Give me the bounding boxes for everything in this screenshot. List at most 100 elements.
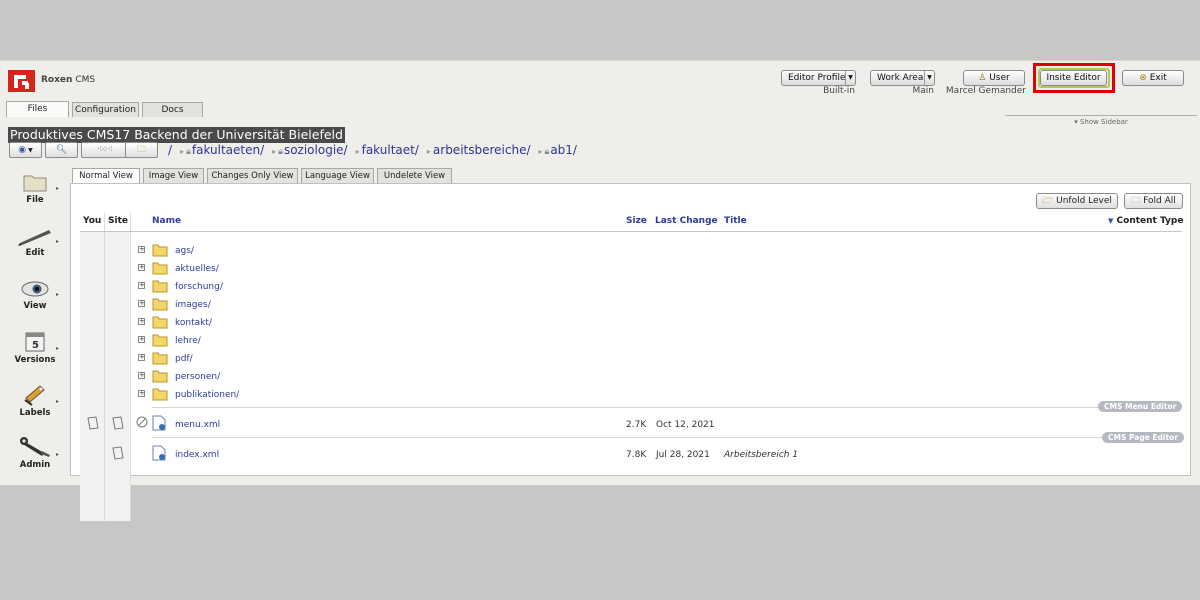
editor-profile-value: Built-in (823, 86, 855, 96)
expand-icon[interactable]: + (138, 336, 145, 343)
content-type-badge: CMS Page Editor (1102, 432, 1184, 443)
last-change: Oct 12, 2021 (656, 420, 715, 430)
folder-icon (152, 352, 168, 365)
search-icon: 🔍︎ (55, 145, 68, 155)
page-title: Arbeitsbereich 1 (724, 450, 799, 460)
show-sidebar-toggle[interactable]: ▾ Show Sidebar (1005, 115, 1197, 127)
breadcrumb-item[interactable]: arbeitsbereiche/ (433, 143, 531, 157)
list-item[interactable]: + ags/ (0, 243, 1200, 261)
list-item[interactable]: + forschung/ (0, 279, 1200, 297)
breadcrumb-item[interactable]: soziologie/ (284, 143, 348, 157)
work-area-select[interactable]: Work Area ▼ (870, 70, 935, 86)
list-item[interactable]: + lehre/ (0, 333, 1200, 351)
document-icon (87, 416, 99, 430)
new-folder-button[interactable]: 🗀 (125, 142, 158, 158)
folder-icon (152, 370, 168, 383)
sidebar-item-file[interactable]: File (12, 171, 58, 205)
expand-icon[interactable]: + (138, 318, 145, 325)
list-item[interactable]: + aktuelles/ (0, 261, 1200, 279)
navigate-button[interactable]: ⁖⁘⁖ (81, 142, 128, 158)
user-icon: ♙ (978, 73, 987, 83)
table-row[interactable]: menu.xml 2.7K Oct 12, 2021 (0, 415, 1200, 433)
list-item[interactable]: + kontakt/ (0, 315, 1200, 333)
breadcrumb-root[interactable]: / (168, 143, 172, 157)
exit-icon: ⊗ (1139, 73, 1147, 83)
chevron-right-icon: ▸ (56, 185, 60, 192)
folder-icon (23, 175, 47, 192)
column-site: Site (108, 216, 128, 226)
tab-language-view[interactable]: Language View (301, 168, 374, 183)
breadcrumb-item[interactable]: fakultaet/ (362, 143, 419, 157)
tab-undelete-view[interactable]: Undelete View (377, 168, 452, 183)
chevron-down-icon: ▼ (26, 147, 33, 154)
tab-files[interactable]: Files (6, 101, 69, 117)
folder-icon (152, 334, 168, 347)
folder-open-icon: 🗁 (1042, 196, 1054, 206)
chevron-down-icon: ▼ (924, 71, 934, 85)
content-type-badge: CMS Menu Editor (1098, 401, 1183, 412)
roxen-logo-icon (8, 70, 35, 92)
folder-edit-icon: 🗀 (136, 145, 146, 155)
folder-icon: 🗀 (1131, 196, 1141, 206)
lock-icon: 🔒︎ (278, 147, 283, 157)
tab-docs[interactable]: Docs (142, 102, 203, 117)
breadcrumb: / ▸ 🔒︎fakultaeten/▸ 🔒︎soziologie/▸ fakultaet… (168, 143, 577, 157)
app-window: Roxen CMS Editor Profile ▼ Built-in Work… (0, 60, 1200, 521)
unfold-level-button[interactable]: 🗁 Unfold Level (1036, 193, 1118, 209)
folder-icon (152, 316, 168, 329)
xml-file-icon (152, 415, 166, 431)
column-size[interactable]: Size (626, 216, 647, 226)
no-entry-icon (136, 416, 148, 428)
column-title[interactable]: Title (724, 216, 747, 226)
insite-editor-button[interactable]: Insite Editor (1040, 70, 1107, 86)
list-item[interactable]: + publikationen/ (0, 387, 1200, 405)
folder-icon (152, 262, 168, 275)
expand-icon[interactable]: + (138, 390, 145, 397)
column-last-change[interactable]: Last Change (655, 216, 718, 226)
file-size: 2.7K (626, 420, 647, 430)
folder-icon (152, 280, 168, 293)
list-item[interactable]: + pdf/ (0, 351, 1200, 369)
chevron-down-icon: ▼ (845, 71, 855, 85)
tab-changes-only-view[interactable]: Changes Only View (207, 168, 298, 183)
breadcrumb-item[interactable]: fakultaeten/ (192, 143, 264, 157)
expand-icon[interactable]: + (138, 372, 145, 379)
app-name: Roxen CMS (41, 75, 96, 85)
expand-icon[interactable]: + (138, 282, 145, 289)
lock-icon: 🔒︎ (186, 147, 191, 157)
column-you: You (83, 216, 102, 226)
site-title: Produktives CMS17 Backend der Universitä… (8, 127, 345, 143)
user-button[interactable]: ♙ User (963, 70, 1025, 86)
history-button[interactable]: ◉ ▼ (9, 142, 42, 158)
folder-icon (152, 244, 168, 257)
folder-icon (152, 298, 168, 311)
list-item[interactable]: + images/ (0, 297, 1200, 315)
clock-icon: ◉ (18, 145, 27, 155)
expand-icon[interactable]: + (138, 300, 145, 307)
exit-button[interactable]: ⊗ Exit (1122, 70, 1184, 86)
fold-all-button[interactable]: 🗀 Fold All (1124, 193, 1183, 209)
tab-image-view[interactable]: Image View (143, 168, 204, 183)
xml-file-icon (152, 445, 166, 461)
search-button[interactable]: 🔍︎ (45, 142, 78, 158)
file-size: 7.8K (626, 450, 647, 460)
folder-icon (152, 388, 168, 401)
arrows-icon: ⁖⁘⁖ (96, 145, 113, 155)
tab-normal-view[interactable]: Normal View (72, 168, 140, 184)
user-name: Marcel Gemander (945, 86, 1026, 96)
document-icon (112, 416, 124, 430)
document-icon (112, 446, 124, 460)
expand-icon[interactable]: + (138, 246, 145, 253)
table-row[interactable]: index.xml 7.8K Jul 28, 2021 Arbeitsberei… (0, 445, 1200, 463)
last-change: Jul 28, 2021 (656, 450, 710, 460)
list-item[interactable]: + personen/ (0, 369, 1200, 387)
column-name[interactable]: Name (152, 216, 181, 226)
breadcrumb-item[interactable]: ab1/ (550, 143, 577, 157)
work-area-value: Main (912, 86, 935, 96)
tab-configuration[interactable]: Configuration (72, 102, 139, 117)
expand-icon[interactable]: + (138, 264, 145, 271)
column-content-type[interactable]: ▼ Content Type (1108, 216, 1183, 226)
expand-icon[interactable]: + (138, 354, 145, 361)
lock-icon: 🔒︎ (544, 147, 550, 157)
editor-profile-select[interactable]: Editor Profile ▼ (781, 70, 856, 86)
